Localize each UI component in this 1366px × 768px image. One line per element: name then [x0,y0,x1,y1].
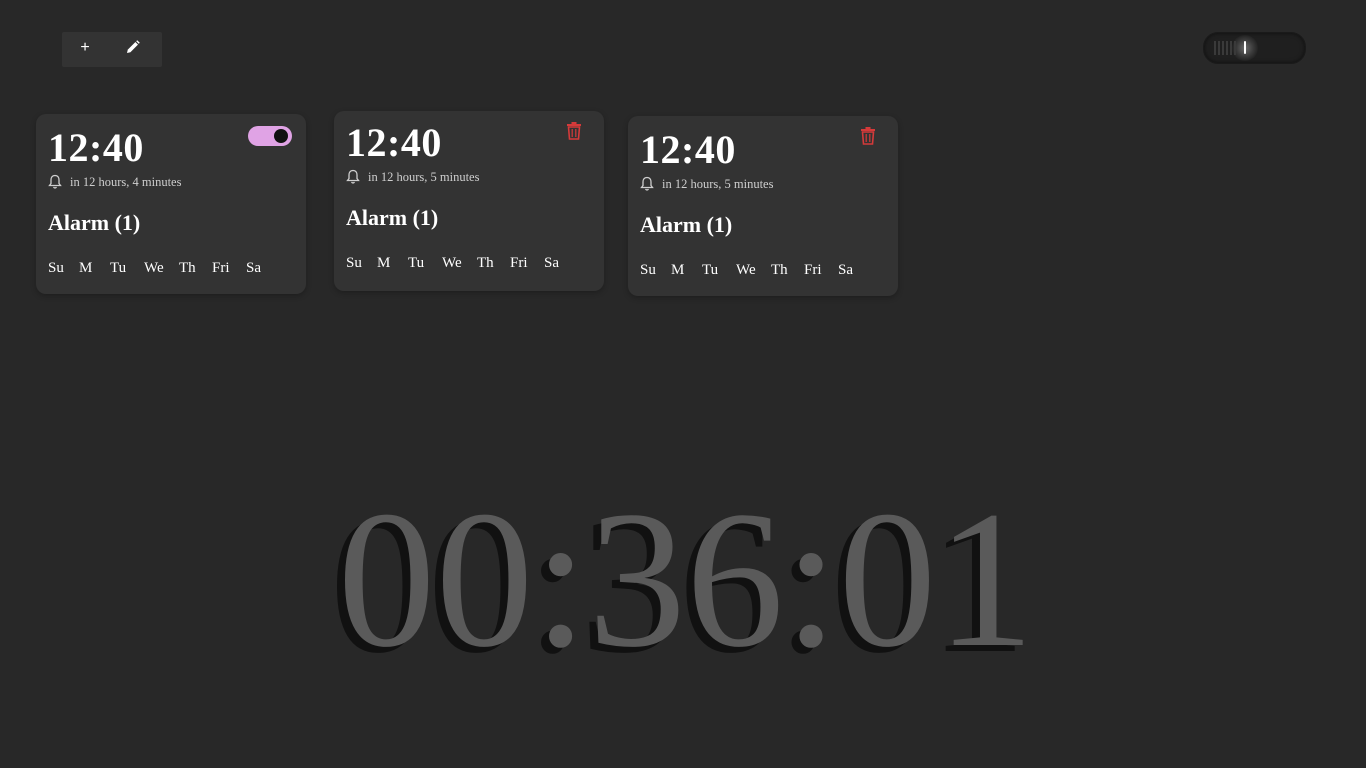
alarm-countdown: in 12 hours, 4 minutes [48,174,181,190]
day-sa[interactable]: Sa [544,255,568,272]
bell-icon [48,174,62,189]
day-sa[interactable]: Sa [838,262,862,279]
toggle-knob-indicator [1244,41,1246,54]
day-sa[interactable]: Sa [246,260,270,277]
alarm-name: Alarm (1) [48,210,141,235]
day-th[interactable]: Th [179,260,212,277]
day-th[interactable]: Th [477,255,510,272]
alarm-time: 12:40 [48,125,144,170]
alarm-days: Su M Tu We Th Fri Sa [346,255,568,272]
add-alarm-button[interactable]: + [65,30,105,65]
day-we[interactable]: We [736,262,771,279]
bell-icon [346,169,360,184]
alarm-countdown-text: in 12 hours, 4 minutes [70,174,182,189]
day-fri[interactable]: Fri [212,260,246,277]
toggle-knob [274,129,288,143]
alarm-countdown: in 12 hours, 5 minutes [640,176,773,192]
trash-icon[interactable] [567,122,581,140]
toolbar: + [62,32,162,67]
day-m[interactable]: M [79,260,110,277]
alarm-countdown-text: in 12 hours, 5 minutes [368,169,480,184]
day-su[interactable]: Su [640,262,671,279]
pencil-icon [127,39,140,53]
alarm-days: Su M Tu We Th Fri Sa [48,260,270,277]
alarm-countdown-text: in 12 hours, 5 minutes [662,176,774,191]
theme-toggle[interactable] [1203,32,1306,64]
day-we[interactable]: We [144,260,179,277]
alarm-time: 12:40 [346,120,442,165]
alarm-card[interactable]: 12:40 in 12 hours, 5 minutes Alarm (1) S… [334,111,604,291]
alarm-name: Alarm (1) [640,212,733,237]
day-we[interactable]: We [442,255,477,272]
day-su[interactable]: Su [346,255,377,272]
alarm-time: 12:40 [640,127,736,172]
day-tu[interactable]: Tu [110,260,144,277]
alarm-countdown: in 12 hours, 5 minutes [346,169,479,185]
alarm-card[interactable]: 12:40 in 12 hours, 5 minutes Alarm (1) S… [628,116,898,296]
day-fri[interactable]: Fri [804,262,838,279]
day-tu[interactable]: Tu [408,255,442,272]
current-time-display: 00:36:01 [337,471,1035,688]
alarm-enabled-toggle[interactable] [248,126,292,146]
trash-icon[interactable] [861,127,875,145]
alarm-days: Su M Tu We Th Fri Sa [640,262,862,279]
day-th[interactable]: Th [771,262,804,279]
day-tu[interactable]: Tu [702,262,736,279]
day-m[interactable]: M [377,255,408,272]
bell-icon [640,176,654,191]
day-su[interactable]: Su [48,260,79,277]
alarm-card[interactable]: 12:40 in 12 hours, 4 minutes Alarm (1) S… [36,114,306,294]
day-m[interactable]: M [671,262,702,279]
alarm-name: Alarm (1) [346,205,439,230]
day-fri[interactable]: Fri [510,255,544,272]
edit-button[interactable] [113,29,153,64]
